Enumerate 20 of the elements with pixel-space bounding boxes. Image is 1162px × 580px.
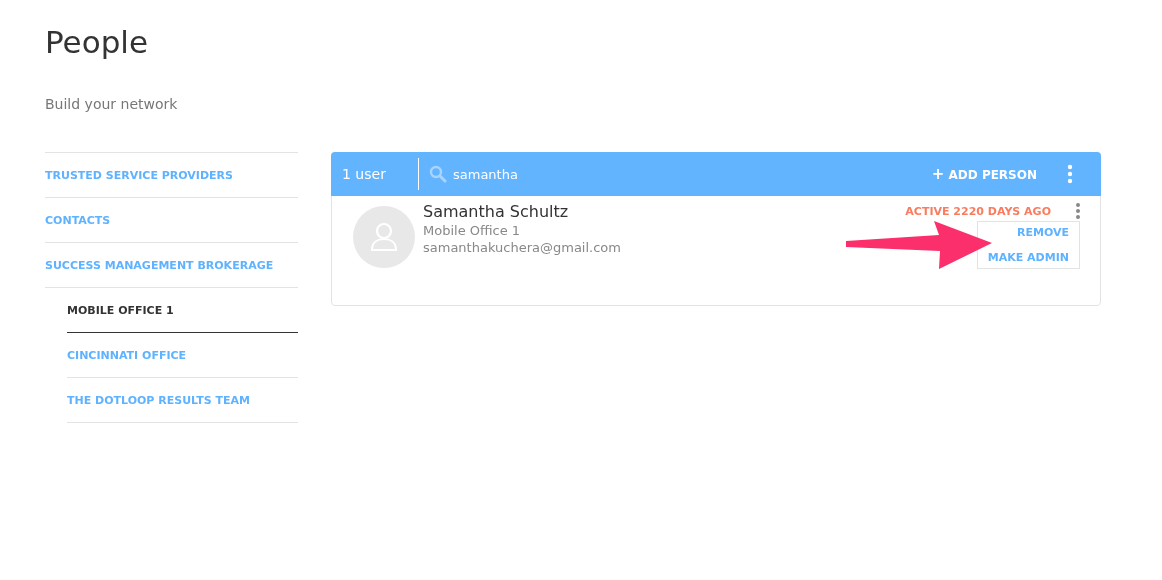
- search-icon: [429, 165, 447, 183]
- more-icon[interactable]: [1075, 202, 1081, 220]
- sidebar-item[interactable]: SUCCESS MANAGEMENT BROKERAGE: [45, 258, 274, 272]
- person-email: samanthakuchera@gmail.com: [423, 240, 622, 255]
- sidebar-item[interactable]: CONTACTS: [45, 213, 111, 227]
- menu-item[interactable]: REMOVE: [1017, 226, 1069, 239]
- user-count: 1 user: [331, 158, 419, 190]
- add-person-button[interactable]: + ADD PERSON: [925, 164, 1043, 184]
- person-office: Mobile Office 1: [423, 223, 522, 238]
- page-title: People: [45, 24, 149, 60]
- sidebar-item[interactable]: MOBILE OFFICE 1: [67, 303, 174, 317]
- sidebar-item[interactable]: TRUSTED SERVICE PROVIDERS: [45, 168, 233, 182]
- page-subtitle: Build your network: [45, 96, 179, 112]
- sidebar-item[interactable]: CINCINNATI OFFICE: [67, 348, 187, 362]
- sidebar-item[interactable]: THE DOTLOOP RESULTS TEAM: [67, 393, 250, 407]
- search-field[interactable]: samantha: [451, 165, 655, 183]
- person-name: Samantha Schultz: [423, 202, 570, 221]
- menu-item[interactable]: MAKE ADMIN: [987, 251, 1069, 264]
- more-icon[interactable]: [1067, 164, 1073, 184]
- activity-status: ACTIVE 2220 DAYS AGO: [905, 204, 1051, 218]
